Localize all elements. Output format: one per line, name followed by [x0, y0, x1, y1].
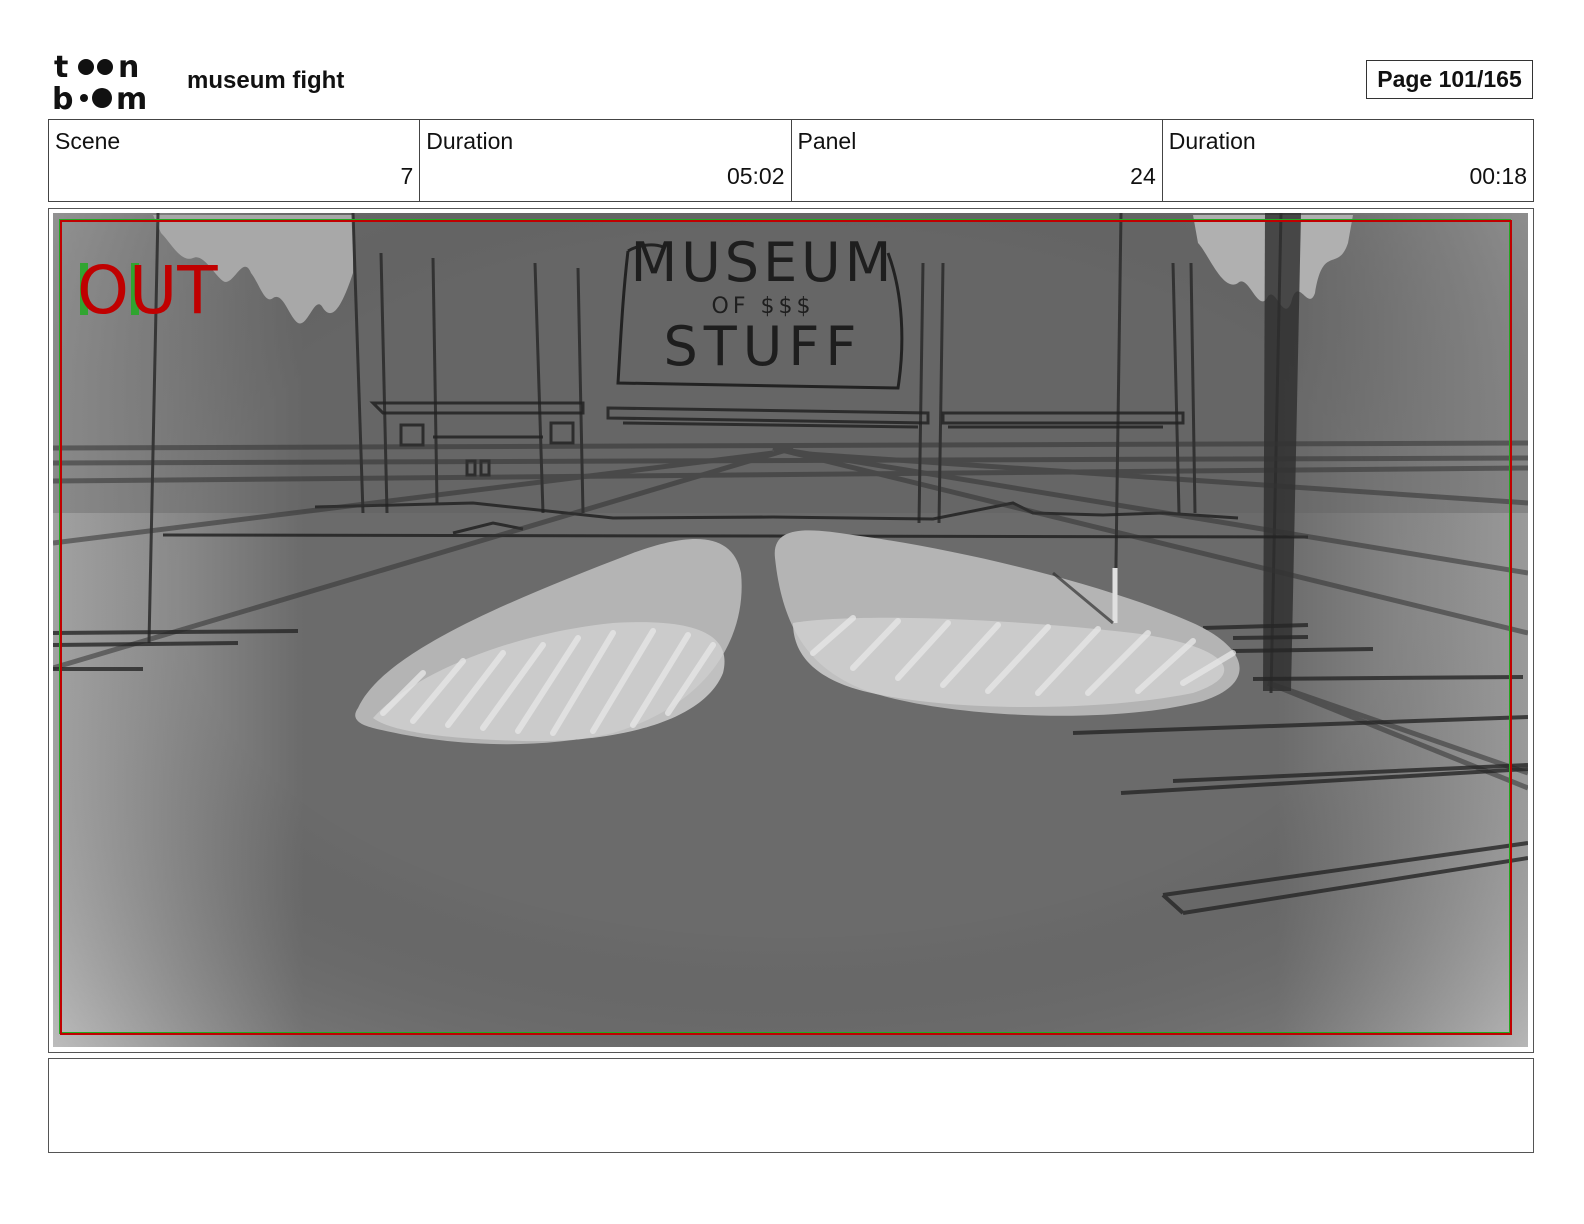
- svg-text:m: m: [116, 82, 147, 112]
- svg-text:b: b: [52, 82, 73, 112]
- scene-duration-cell: Duration 05:02: [420, 120, 792, 201]
- project-title: museum fight: [187, 67, 345, 94]
- panel-duration-value: 00:18: [1469, 163, 1527, 189]
- panel-drawing: MUSEUM OF $$$ STUFF OUT: [53, 213, 1528, 1047]
- svg-text:t: t: [54, 50, 68, 85]
- panel-value: 24: [1130, 163, 1156, 189]
- storyboard-panel[interactable]: MUSEUM OF $$$ STUFF OUT: [48, 208, 1534, 1053]
- scene-label: Scene: [55, 128, 121, 154]
- scene-duration-value: 05:02: [726, 163, 785, 189]
- scene-duration-label: Duration: [426, 128, 514, 154]
- scene-info-table: Scene 7 Duration 05:02 Panel 24 Duration…: [48, 119, 1534, 202]
- panel-notes[interactable]: [48, 1058, 1534, 1153]
- sign-line1: MUSEUM: [631, 231, 896, 294]
- panel-cell: Panel 24: [792, 120, 1163, 201]
- panel-duration-label: Duration: [1168, 128, 1256, 154]
- scene-cell: Scene 7: [49, 120, 421, 201]
- page-indicator: Page 101/165: [1366, 60, 1533, 99]
- scene-value: 7: [400, 163, 414, 189]
- svg-text:n: n: [118, 50, 139, 85]
- panel-duration-cell: Duration 00:18: [1163, 120, 1533, 201]
- toon-boom-logo: t n b m: [52, 50, 164, 117]
- panel-label: Panel: [797, 128, 857, 154]
- sign-line3: STUFF: [664, 315, 863, 378]
- out-marker: OUT: [77, 252, 218, 329]
